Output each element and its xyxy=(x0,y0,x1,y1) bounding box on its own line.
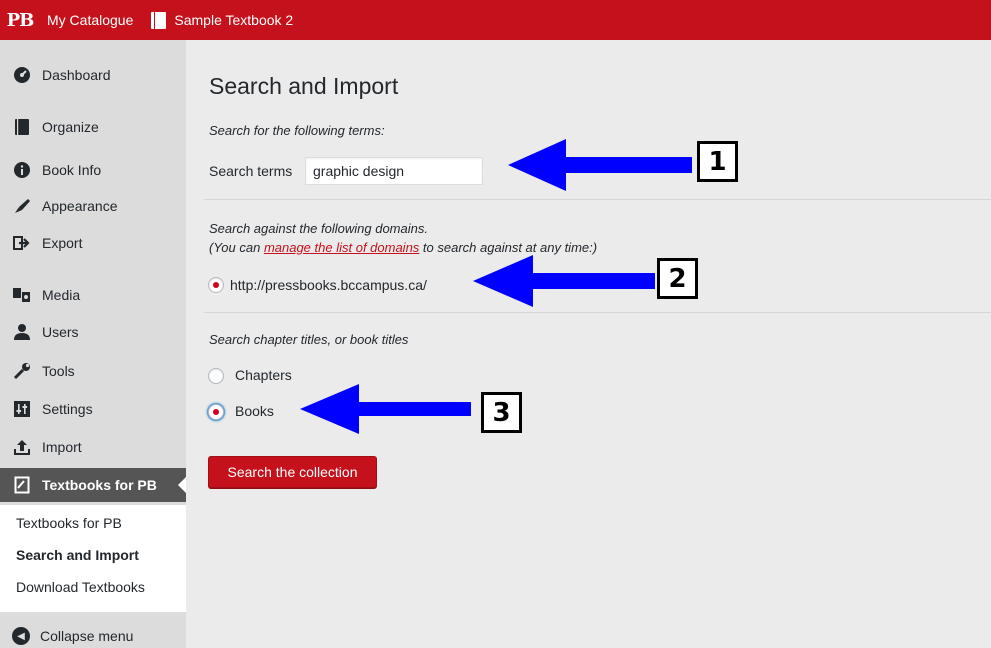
info-icon xyxy=(12,160,32,180)
current-book-label: Sample Textbook 2 xyxy=(174,12,294,28)
chapters-radio[interactable] xyxy=(208,368,224,384)
search-collection-button[interactable]: Search the collection xyxy=(208,456,377,488)
sidebar-item-tools[interactable]: Tools xyxy=(0,354,186,388)
my-catalogue-link[interactable]: My Catalogue xyxy=(38,0,142,40)
divider xyxy=(204,199,991,200)
textbooks-submenu: Textbooks for PB Search and Import Downl… xyxy=(0,505,186,612)
sidebar-item-label: Dashboard xyxy=(42,67,111,83)
annotation-arrow-3 xyxy=(300,384,471,434)
sidebar-item-book-info[interactable]: Book Info xyxy=(0,153,186,187)
domain-option-label: http://pressbooks.bccampus.ca/ xyxy=(230,277,427,293)
domain-radio[interactable] xyxy=(208,277,224,293)
media-icon xyxy=(12,285,32,305)
callout-number-2: 2 xyxy=(657,258,698,299)
sidebar-item-label: Textbooks for PB xyxy=(42,477,157,493)
user-icon xyxy=(12,322,32,342)
search-intro-text: Search for the following terms: xyxy=(209,123,385,138)
callout-number-1: 1 xyxy=(697,141,738,182)
admin-top-bar: PB My Catalogue Sample Textbook 2 xyxy=(0,0,991,40)
domains-intro-text: Search against the following domains. xyxy=(209,221,428,236)
sidebar-item-settings[interactable]: Settings xyxy=(0,392,186,426)
sidebar-item-label: Appearance xyxy=(42,198,118,214)
page-title: Search and Import xyxy=(209,73,399,99)
submenu-item-download-textbooks[interactable]: Download Textbooks xyxy=(16,579,145,595)
manage-domains-link[interactable]: manage the list of domains xyxy=(264,240,419,255)
submenu-item-search-and-import[interactable]: Search and Import xyxy=(16,547,139,563)
my-catalogue-label: My Catalogue xyxy=(47,12,134,28)
export-icon xyxy=(12,233,32,253)
submenu-item-textbooks-for-pb[interactable]: Textbooks for PB xyxy=(16,515,122,531)
import-icon xyxy=(12,437,32,457)
dashboard-icon xyxy=(12,65,32,85)
callout-number-3: 3 xyxy=(481,392,522,433)
sidebar-item-label: Import xyxy=(42,439,82,455)
chapters-option-label: Chapters xyxy=(235,367,292,383)
sidebar-item-media[interactable]: Media xyxy=(0,278,186,312)
main-content: Search and Import Search for the followi… xyxy=(186,40,991,648)
scope-intro-text: Search chapter titles, or book titles xyxy=(209,332,409,347)
sidebar-item-label: Users xyxy=(42,324,79,340)
sidebar-item-appearance[interactable]: Appearance xyxy=(0,189,186,223)
pressbooks-logo[interactable]: PB xyxy=(2,0,38,40)
domains-note-prefix: (You can xyxy=(209,240,264,255)
collapse-menu-button[interactable]: ◀ Collapse menu xyxy=(0,622,186,648)
annotation-arrow-1 xyxy=(508,139,692,191)
book-icon xyxy=(12,117,32,137)
sidebar-item-label: Tools xyxy=(42,363,75,379)
textbook-icon xyxy=(12,475,32,495)
sidebar-item-dashboard[interactable]: Dashboard xyxy=(0,58,186,92)
wrench-icon xyxy=(12,361,32,381)
book-icon xyxy=(151,11,167,29)
search-terms-input[interactable] xyxy=(305,157,483,185)
settings-icon xyxy=(12,399,32,419)
sidebar-item-label: Settings xyxy=(42,401,93,417)
admin-sidebar: Dashboard Organize Book Info Appearance … xyxy=(0,40,186,648)
sidebar-item-textbooks-for-pb[interactable]: Textbooks for PB xyxy=(0,468,186,502)
search-terms-label: Search terms xyxy=(209,163,293,179)
sidebar-item-organize[interactable]: Organize xyxy=(0,110,186,144)
books-radio[interactable] xyxy=(208,404,224,420)
brush-icon xyxy=(12,196,32,216)
sidebar-item-label: Organize xyxy=(42,119,99,135)
sidebar-item-users[interactable]: Users xyxy=(0,315,186,349)
collapse-arrow-icon: ◀ xyxy=(12,627,30,645)
sidebar-item-label: Media xyxy=(42,287,81,303)
sidebar-item-label: Export xyxy=(42,235,83,251)
sidebar-item-export[interactable]: Export xyxy=(0,226,186,260)
divider xyxy=(204,312,991,313)
collapse-menu-label: Collapse menu xyxy=(40,628,134,644)
active-menu-indicator xyxy=(178,477,186,493)
current-book-link[interactable]: Sample Textbook 2 xyxy=(142,0,302,40)
sidebar-item-label: Book Info xyxy=(42,162,102,178)
books-option-label: Books xyxy=(235,403,274,419)
annotation-arrow-2 xyxy=(473,255,655,307)
sidebar-item-import[interactable]: Import xyxy=(0,430,186,464)
